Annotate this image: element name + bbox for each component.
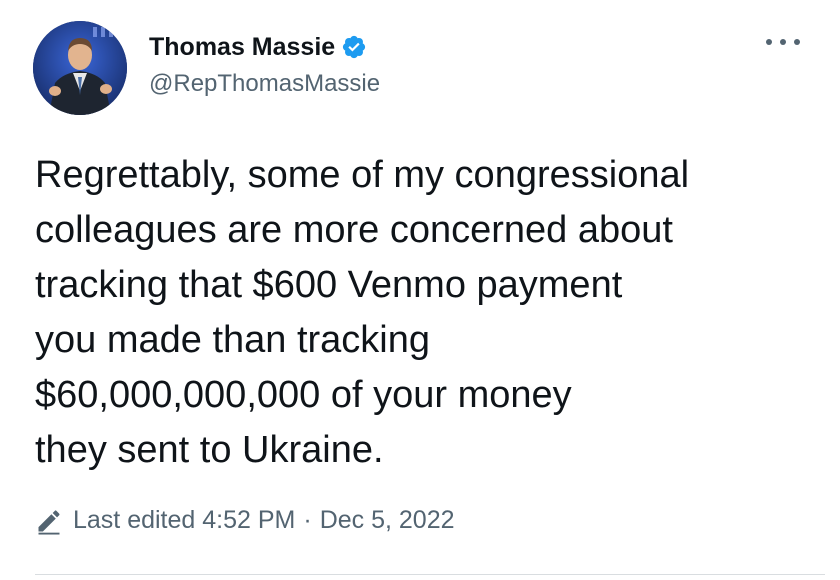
name-row: Thomas Massie: [149, 30, 380, 64]
edit-info: Last edited 4:52 PM · Dec 5, 2022: [35, 506, 455, 535]
last-edited-link[interactable]: Last edited 4:52 PM: [73, 506, 295, 535]
verified-badge-icon: [341, 34, 367, 60]
display-name[interactable]: Thomas Massie: [149, 33, 335, 62]
more-options-icon[interactable]: [766, 30, 800, 54]
more-dot: [794, 39, 800, 45]
more-dot: [766, 39, 772, 45]
more-dot: [780, 39, 786, 45]
divider: [35, 574, 825, 575]
tweet-text: Regrettably, some of my congressional co…: [35, 154, 690, 471]
meta-separator: ·: [303, 506, 312, 534]
avatar-image: [33, 21, 127, 115]
user-handle[interactable]: @RepThomasMassie: [149, 70, 380, 98]
avatar[interactable]: [33, 21, 127, 115]
author-block: Thomas Massie @RepThomasMassie: [149, 30, 380, 98]
pencil-icon: [35, 507, 63, 535]
tweet-date[interactable]: Dec 5, 2022: [320, 506, 455, 535]
tweet-card: Thomas Massie @RepThomasMassie Regrettab…: [0, 0, 840, 580]
